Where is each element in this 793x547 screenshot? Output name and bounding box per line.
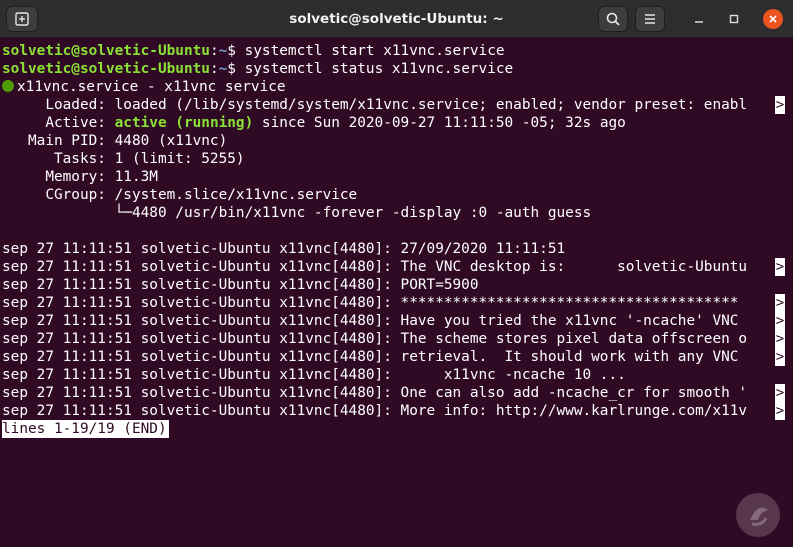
maximize-button[interactable]: [724, 9, 744, 29]
truncation-marker: >: [775, 312, 785, 330]
command-line: solvetic@solvetic-Ubuntu:~$ systemctl st…: [2, 42, 505, 60]
prompt-separator: :: [209, 43, 219, 59]
active-label: Active:: [2, 115, 115, 131]
truncation-marker: >: [775, 402, 785, 420]
search-button[interactable]: [598, 6, 628, 32]
log-line: sep 27 11:11:51 solvetic-Ubuntu x11vnc[4…: [2, 385, 748, 401]
cgroup-child-line: └─4480 /usr/bin/x11vnc -forever -display…: [2, 205, 592, 221]
title-bar: solvetic@solvetic-Ubuntu: ~: [0, 0, 793, 38]
window-title: solvetic@solvetic-Ubuntu: ~: [289, 11, 504, 27]
log-line: sep 27 11:11:51 solvetic-Ubuntu x11vnc[4…: [2, 313, 748, 329]
pager-status: lines 1-19/19 (END): [2, 420, 169, 438]
menu-button[interactable]: [635, 6, 665, 32]
terminal-output[interactable]: solvetic@solvetic-Ubuntu:~$ systemctl st…: [0, 42, 793, 547]
maximize-icon: [729, 14, 739, 24]
prompt-user: solvetic@solvetic-Ubuntu: [2, 43, 210, 59]
close-icon: [769, 15, 777, 23]
new-tab-button[interactable]: [6, 6, 38, 32]
command-text: systemctl status x11vnc.service: [244, 61, 514, 77]
prompt-symbol: $: [227, 61, 245, 77]
log-line: sep 27 11:11:51 solvetic-Ubuntu x11vnc[4…: [2, 349, 748, 365]
log-line: sep 27 11:11:51 solvetic-Ubuntu x11vnc[4…: [2, 241, 566, 257]
terminal-window: solvetic@solvetic-Ubuntu: ~ solvetic@sol…: [0, 0, 793, 547]
tasks-line: Tasks: 1 (limit: 5255): [2, 151, 245, 167]
loaded-line: Loaded: loaded (/lib/systemd/system/x11v…: [2, 97, 748, 113]
cgroup-line: CGroup: /system.slice/x11vnc.service: [2, 187, 358, 203]
truncation-marker: >: [775, 348, 785, 366]
truncation-marker: >: [775, 258, 785, 276]
truncation-marker: >: [775, 294, 785, 312]
main-pid-line: Main PID: 4480 (x11vnc): [2, 133, 228, 149]
prompt-symbol: $: [227, 43, 245, 59]
log-line: sep 27 11:11:51 solvetic-Ubuntu x11vnc[4…: [2, 403, 748, 419]
search-icon: [606, 12, 620, 26]
prompt-user: solvetic@solvetic-Ubuntu: [2, 61, 210, 77]
active-since: since Sun 2020-09-27 11:11:50 -05; 32s a…: [253, 115, 626, 131]
close-button[interactable]: [763, 9, 783, 29]
watermark-logo-icon: [736, 493, 780, 537]
service-active-dot-icon: [2, 80, 14, 92]
active-line: Active: active (running) since Sun 2020-…: [2, 114, 626, 132]
prompt-path: ~: [218, 43, 228, 59]
truncation-marker: >: [775, 384, 785, 402]
log-line: sep 27 11:11:51 solvetic-Ubuntu x11vnc[4…: [2, 259, 748, 275]
log-line: sep 27 11:11:51 solvetic-Ubuntu x11vnc[4…: [2, 295, 739, 311]
minimize-icon: [695, 21, 703, 23]
command-line: solvetic@solvetic-Ubuntu:~$ systemctl st…: [2, 60, 513, 78]
minimize-button[interactable]: [689, 9, 709, 29]
service-header-text: x11vnc.service - x11vnc service: [17, 79, 286, 95]
log-line: sep 27 11:11:51 solvetic-Ubuntu x11vnc[4…: [2, 277, 479, 293]
log-line: sep 27 11:11:51 solvetic-Ubuntu x11vnc[4…: [2, 367, 626, 383]
prompt-separator: :: [209, 61, 219, 77]
truncation-marker: >: [775, 330, 785, 348]
hamburger-menu-icon: [645, 14, 655, 24]
truncation-marker: >: [775, 96, 785, 114]
memory-line: Memory: 11.3M: [2, 169, 158, 185]
command-text: systemctl start x11vnc.service: [244, 43, 505, 59]
service-header: x11vnc.service - x11vnc service: [2, 78, 286, 96]
active-state: active (running): [114, 115, 254, 131]
log-line: sep 27 11:11:51 solvetic-Ubuntu x11vnc[4…: [2, 331, 748, 347]
prompt-path: ~: [218, 61, 228, 77]
new-tab-icon: [15, 12, 29, 26]
